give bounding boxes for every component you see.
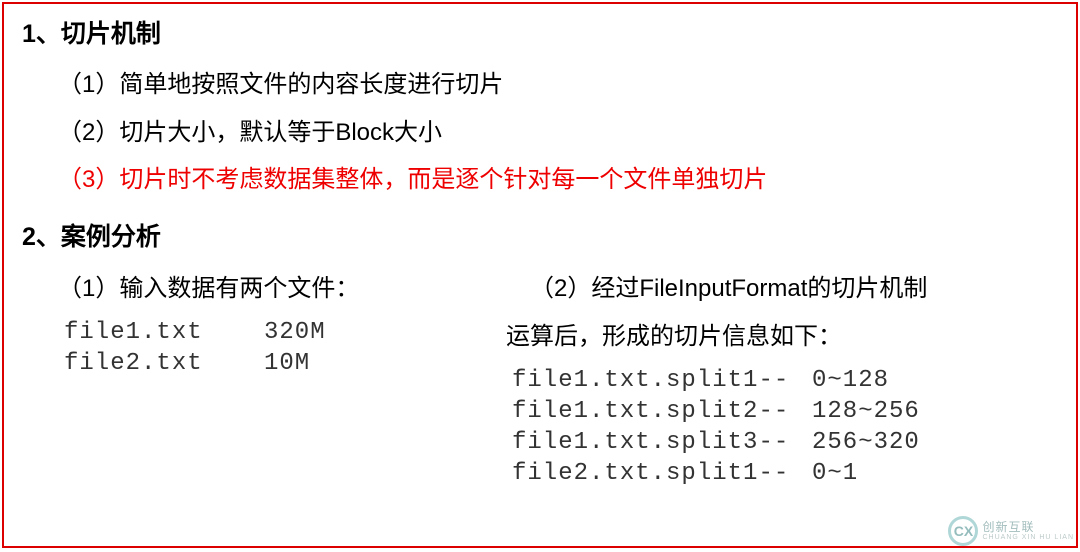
table-row: file1.txt.split2-- 128~256 (512, 398, 1058, 425)
right-column: （2）经过FileInputFormat的切片机制 运算后，形成的切片信息如下：… (506, 271, 1058, 491)
section1-item-3: （3）切片时不考虑数据集整体，而是逐个针对每一个文件单独切片 (58, 163, 1058, 197)
split-range: 256~320 (812, 429, 972, 456)
document-frame: 1、切片机制 （1）简单地按照文件的内容长度进行切片 （2）切片大小，默认等于B… (2, 2, 1078, 548)
right-subheading-line2: 运算后，形成的切片信息如下： (506, 319, 1058, 355)
section1-heading: 1、切片机制 (22, 14, 1058, 50)
table-row: file2.txt 10M (64, 350, 498, 377)
section1-item-2: （2）切片大小，默认等于Block大小 (58, 116, 1058, 150)
split-name: file2.txt.split1-- (512, 460, 812, 487)
file-size: 320M (264, 319, 364, 346)
input-files-table: file1.txt 320M file2.txt 10M (64, 319, 498, 377)
section1-item-1: （1）简单地按照文件的内容长度进行切片 (58, 68, 1058, 102)
table-row: file1.txt.split3-- 256~320 (512, 429, 1058, 456)
file-size: 10M (264, 350, 364, 377)
splits-table: file1.txt.split1-- 0~128 file1.txt.split… (512, 367, 1058, 487)
watermark-cn: 创新互联 (982, 521, 1074, 534)
file-name: file2.txt (64, 350, 264, 377)
watermark-logo-icon: CX (948, 516, 978, 546)
split-name: file1.txt.split2-- (512, 398, 812, 425)
table-row: file1.txt.split1-- 0~128 (512, 367, 1058, 394)
watermark-en: CHUANG XIN HU LIAN (982, 534, 1074, 542)
left-subheading: （1）输入数据有两个文件： (58, 271, 498, 307)
split-name: file1.txt.split3-- (512, 429, 812, 456)
split-range: 0~1 (812, 460, 972, 487)
table-row: file1.txt 320M (64, 319, 498, 346)
watermark: CX 创新互联 CHUANG XIN HU LIAN (948, 516, 1074, 546)
two-column-layout: （1）输入数据有两个文件： file1.txt 320M file2.txt 1… (22, 271, 1058, 491)
section2-heading: 2、案例分析 (22, 217, 1058, 253)
split-name: file1.txt.split1-- (512, 367, 812, 394)
file-name: file1.txt (64, 319, 264, 346)
split-range: 0~128 (812, 367, 972, 394)
table-row: file2.txt.split1-- 0~1 (512, 460, 1058, 487)
split-range: 128~256 (812, 398, 972, 425)
right-subheading-line1: （2）经过FileInputFormat的切片机制 (506, 271, 1058, 307)
watermark-text: 创新互联 CHUANG XIN HU LIAN (982, 521, 1074, 542)
left-column: （1）输入数据有两个文件： file1.txt 320M file2.txt 1… (58, 271, 498, 491)
